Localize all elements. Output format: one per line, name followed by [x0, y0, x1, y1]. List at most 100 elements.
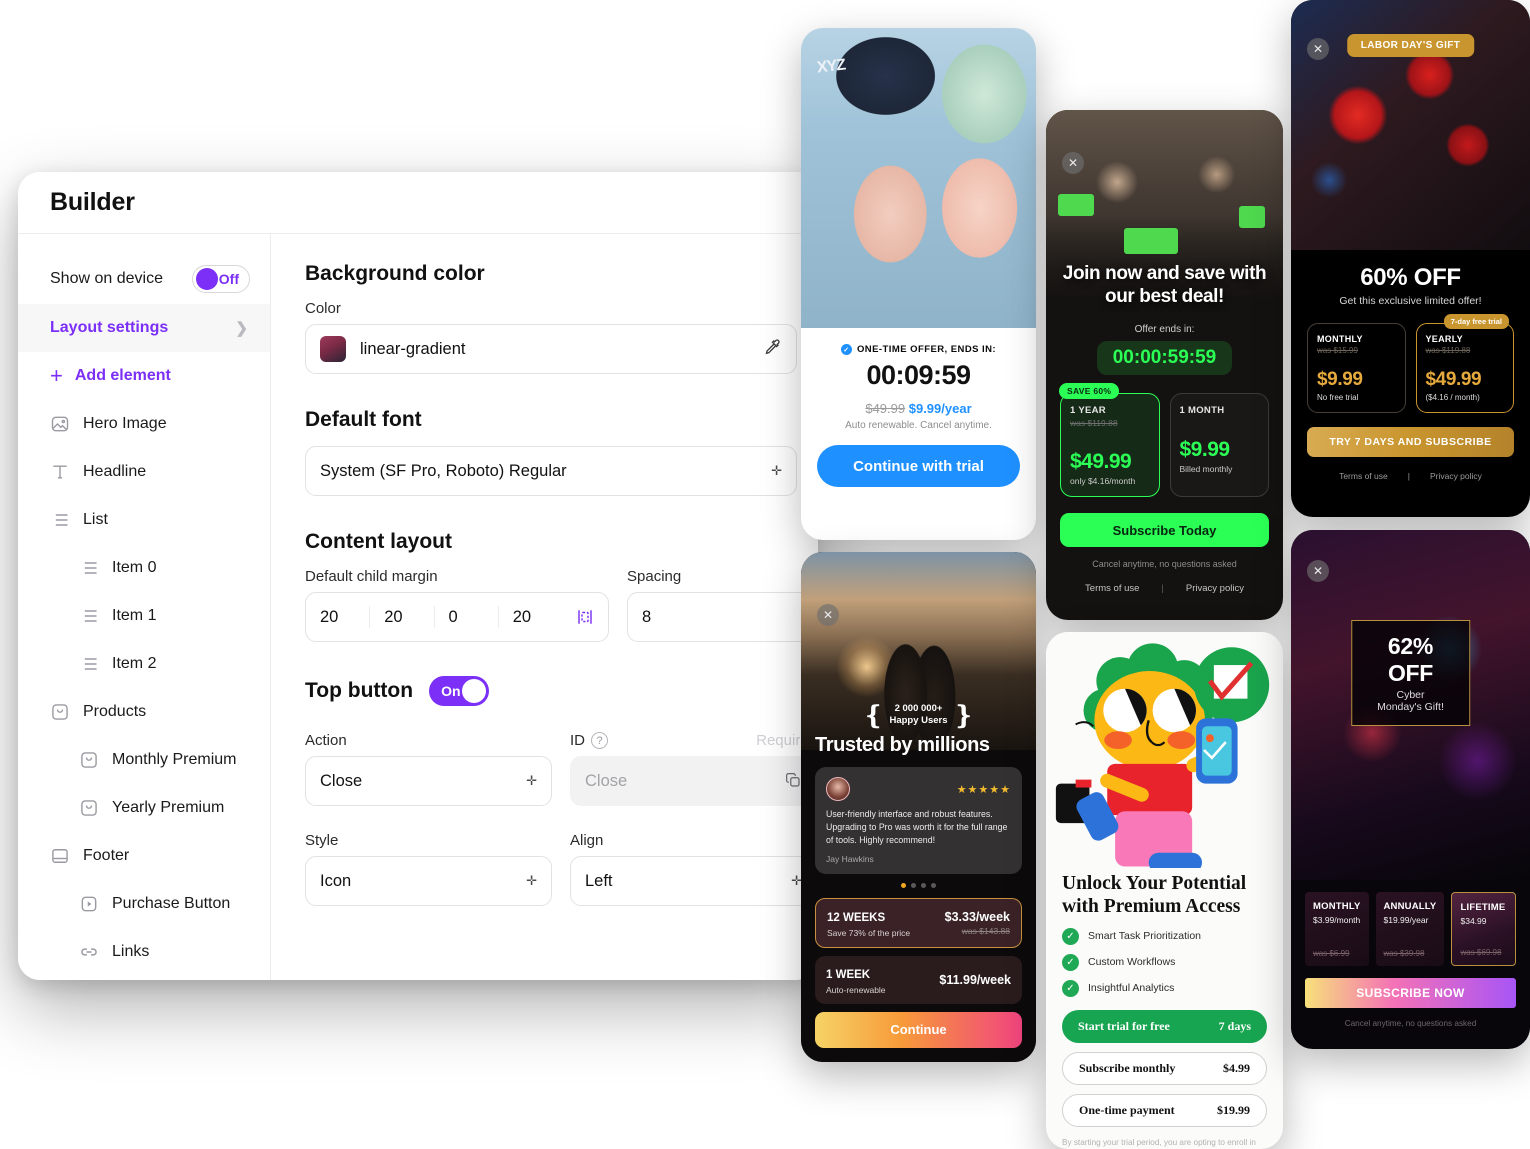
- feature-label: Custom Workflows: [1088, 956, 1176, 969]
- sidebar-item-monthly-premium[interactable]: Monthly Premium: [18, 736, 270, 784]
- margin-input-group[interactable]: 20 20 0 20: [305, 592, 609, 642]
- toggle-knob: [462, 679, 487, 703]
- sidebar-item-purchase-button[interactable]: Purchase Button: [18, 880, 270, 928]
- plan-option-lifetime[interactable]: LIFETIME $34.99 was $69.98: [1451, 892, 1516, 966]
- plan-option-monthly[interactable]: MONTHLY was $15.99 $9.99 No free trial: [1307, 323, 1406, 413]
- add-element-label: Add element: [74, 367, 171, 384]
- plan-option-1-month[interactable]: 1 MONTH $9.99 Billed monthly: [1169, 393, 1269, 497]
- feature-item: ✓ Custom Workflows: [1062, 953, 1267, 971]
- carousel-dot[interactable]: [901, 882, 906, 888]
- id-input[interactable]: Close: [570, 756, 817, 806]
- carousel-dot[interactable]: [921, 882, 926, 888]
- margin-box-icon[interactable]: [562, 608, 608, 626]
- start-trial-button[interactable]: Start trial for free 7 days: [1062, 1009, 1267, 1043]
- paywall-preview-cyber-monday: ✕ 62% OFF Cyber Monday's Gift! MONTHLY $…: [1291, 530, 1530, 1049]
- happy-users-label: Happy Users: [889, 715, 948, 726]
- terms-of-use-link[interactable]: Terms of use: [1085, 583, 1139, 594]
- show-on-device-toggle[interactable]: Off: [192, 265, 250, 293]
- add-element-button[interactable]: + Add element: [18, 352, 270, 400]
- subscribe-now-button[interactable]: SUBSCRIBE NOW: [1305, 978, 1516, 1008]
- close-icon[interactable]: ✕: [1062, 152, 1084, 174]
- new-price: $9.99/year: [908, 401, 972, 416]
- action-select[interactable]: Close ✛: [305, 756, 552, 806]
- chevron-down-icon: ✛: [526, 873, 537, 888]
- id-group: ID ? Required Close: [570, 732, 817, 806]
- plan-option-1-year[interactable]: SAVE 60% 1 YEAR was $119.88 $49.99 only …: [1059, 383, 1160, 497]
- carousel-dot[interactable]: [911, 882, 916, 888]
- sidebar-item-layout-settings[interactable]: Layout settings ❯: [18, 304, 270, 352]
- list-icon: [81, 562, 97, 574]
- continue-with-trial-button[interactable]: Continue with trial: [817, 445, 1020, 487]
- plan-options: SAVE 60% 1 YEAR was $119.88 $49.99 only …: [1059, 383, 1269, 497]
- margin-right-input[interactable]: 20: [370, 606, 435, 628]
- default-font-select[interactable]: System (SF Pro, Roboto) Regular ✛: [305, 446, 797, 496]
- sidebar-item-links[interactable]: Links: [18, 928, 270, 976]
- plan-price: $11.99/week: [939, 972, 1011, 987]
- plan-sub: Save 73% of the price: [827, 927, 911, 938]
- align-select[interactable]: Left ✛: [570, 856, 817, 906]
- plan-price: $49.99: [1070, 450, 1132, 473]
- footer-icon: [52, 849, 68, 863]
- plan-option-12-weeks[interactable]: 12 WEEKS Save 73% of the price $3.33/wee…: [815, 897, 1022, 948]
- paywall-body: ★★★★★ User-friendly interface and robust…: [801, 757, 1036, 1062]
- sidebar-item-label: Monthly Premium: [112, 751, 237, 768]
- carousel-dot[interactable]: [931, 882, 936, 888]
- style-select[interactable]: Icon ✛: [305, 856, 552, 906]
- sidebar-item-item-0[interactable]: Item 0: [18, 544, 270, 592]
- carousel-dots[interactable]: [815, 882, 1022, 888]
- help-icon[interactable]: ?: [591, 732, 608, 749]
- close-icon[interactable]: ✕: [1307, 38, 1329, 60]
- align-group: Align Left ✛: [570, 832, 817, 906]
- hero-image: ✕ 62% OFF Cyber Monday's Gift!: [1291, 530, 1530, 880]
- sidebar-item-item-2[interactable]: Item 2: [18, 640, 270, 688]
- layout-settings-label: Layout settings: [50, 319, 169, 336]
- plan-option-1-week[interactable]: 1 WEEK Auto-renewable $11.99/week: [815, 955, 1022, 1004]
- eyedropper-icon[interactable]: [763, 337, 782, 361]
- subscribe-today-button[interactable]: Subscribe Today: [1060, 513, 1269, 547]
- close-icon[interactable]: ✕: [1307, 560, 1329, 582]
- subscribe-monthly-button[interactable]: Subscribe monthly $4.99: [1062, 1051, 1267, 1085]
- privacy-policy-link[interactable]: Privacy policy: [1186, 583, 1244, 594]
- style-value: Icon: [320, 871, 352, 890]
- sidebar-item-products[interactable]: Products: [18, 688, 270, 736]
- default-child-margin-label: Default child margin: [305, 568, 438, 585]
- spacing-input[interactable]: 8: [627, 592, 817, 642]
- margin-left-input[interactable]: 20: [499, 606, 562, 628]
- plan-was-price: was $39.98: [1383, 949, 1425, 958]
- sidebar-item-headline[interactable]: Headline: [18, 448, 270, 496]
- image-icon: [51, 416, 69, 432]
- terms-of-use-link[interactable]: Terms of use: [1339, 471, 1388, 481]
- plan-note: No free trial: [1317, 393, 1359, 402]
- sidebar-item-label: Item 1: [112, 607, 157, 624]
- chevron-down-icon: ✛: [526, 773, 537, 788]
- plan-option-annually[interactable]: ANNUALLY $19.99/year was $39.98: [1375, 892, 1445, 966]
- margin-bottom-input[interactable]: 0: [435, 606, 499, 628]
- one-time-payment-button[interactable]: One-time payment $19.99: [1062, 1093, 1267, 1127]
- sidebar-item-item-1[interactable]: Item 1: [18, 592, 270, 640]
- plan-was-price: was $69.98: [1460, 948, 1502, 957]
- link-icon: [81, 948, 97, 956]
- align-value: Left: [585, 871, 613, 890]
- toggle-knob: [196, 268, 218, 290]
- privacy-policy-link[interactable]: Privacy policy: [1430, 471, 1482, 481]
- try-and-subscribe-button[interactable]: TRY 7 DAYS AND SUBSCRIBE: [1307, 427, 1514, 457]
- copy-icon[interactable]: [784, 771, 802, 792]
- plan-price: $9.99: [1179, 438, 1231, 461]
- paywall-preview-one-time-offer: XYZ ✓ ONE-TIME OFFER, ENDS IN: 00:09:59 …: [801, 28, 1036, 540]
- continue-button[interactable]: Continue: [815, 1011, 1022, 1048]
- top-button-toggle[interactable]: On: [429, 676, 490, 706]
- plan-option-yearly[interactable]: 7-day free trial YEARLY was $119.88 $49.…: [1415, 314, 1514, 413]
- id-placeholder: Close: [585, 771, 628, 790]
- sidebar-item-list[interactable]: List: [18, 496, 270, 544]
- color-field[interactable]: linear-gradient: [305, 324, 797, 374]
- plan-option-monthly[interactable]: MONTHLY $3.99/month was $6.99: [1305, 892, 1369, 966]
- style-align-row: Style Icon ✛ Align Left ✛: [305, 832, 818, 906]
- margin-top-input[interactable]: 20: [306, 606, 371, 628]
- plan-name: LIFETIME: [1460, 902, 1506, 913]
- sidebar-item-label: Item 0: [112, 559, 157, 576]
- sidebar-item-footer[interactable]: Footer: [18, 832, 270, 880]
- close-icon[interactable]: ✕: [817, 604, 839, 626]
- footer-links: Terms of use | Privacy policy: [1060, 583, 1269, 594]
- sidebar-item-hero-image[interactable]: Hero Image: [18, 400, 270, 448]
- sidebar-item-yearly-premium[interactable]: Yearly Premium: [18, 784, 270, 832]
